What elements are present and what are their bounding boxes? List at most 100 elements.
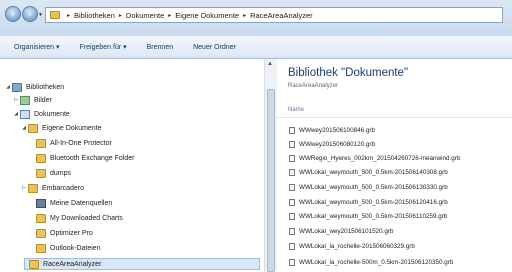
address-breadcrumb[interactable]: ▸ Bibliotheken ▸ Dokumente ▸ Eigene Doku…: [45, 7, 503, 23]
file-icon: [289, 243, 295, 250]
tree-item-dumps[interactable]: dumps: [28, 167, 71, 179]
tree-item-my-downloaded-charts[interactable]: My Downloaded Charts: [28, 212, 123, 224]
file-icon: [289, 169, 295, 176]
tree-item-label: Meine Datenquellen: [50, 199, 113, 207]
tree-item-label: All-In-One Protector: [50, 139, 112, 147]
navigation-pane: ◢ Bibliotheken ▷ Bilder ◢ Dokumente ◢ Ei…: [0, 59, 272, 272]
folder-icon: [36, 243, 46, 253]
file-row[interactable]: WWLokal_wey201506101520.grb: [289, 226, 394, 237]
file-name: WWLokal_la_rochelle-500m_0.5km-201506120…: [299, 259, 454, 266]
file-row[interactable]: WWLokal_la_rochelle-201506060329.grb: [289, 241, 415, 252]
file-icon: [289, 127, 295, 134]
chevron-right-icon[interactable]: ▸: [119, 12, 122, 19]
tree-item-label: Embarcadero: [42, 184, 85, 192]
tree-item-label: Outlook-Dateien: [50, 244, 101, 252]
tree-item-label: Bibliotheken: [26, 83, 65, 91]
file-icon: [289, 228, 295, 235]
column-divider: [277, 117, 512, 118]
folder-icon: [28, 123, 38, 133]
folder-icon: [50, 11, 60, 19]
breadcrumb-eigene-dokumente[interactable]: Eigene Dokumente: [175, 11, 239, 20]
file-name: WWRegio_Hyeres_002km_201504260726-meanwi…: [299, 155, 461, 162]
scrollbar-thumb[interactable]: [267, 89, 275, 272]
documents-library-icon: [20, 109, 30, 119]
file-icon: [289, 155, 295, 162]
tree-item-bibliotheken[interactable]: ◢ Bibliotheken: [4, 81, 64, 93]
breadcrumb-raceareaanalyzer[interactable]: RaceAreaAnalyzer: [250, 11, 313, 20]
tree-item-bilder[interactable]: ▷ Bilder: [12, 94, 52, 106]
recent-pages-dropdown-icon[interactable]: ▼: [38, 12, 43, 18]
file-row[interactable]: WWLokal_weymouth_500_0.5km-201506140308.…: [289, 167, 448, 178]
collapsed-arrow-icon[interactable]: ▷: [12, 97, 20, 103]
tree-item-all-in-one-protector[interactable]: All-In-One Protector: [28, 137, 112, 149]
expanded-arrow-icon[interactable]: ◢: [4, 84, 12, 90]
burn-button[interactable]: Brennen: [141, 44, 179, 51]
tree-item-label: Optimizer Pro: [50, 229, 93, 237]
file-icon: [289, 184, 295, 191]
tree-item-optimizer-pro[interactable]: Optimizer Pro: [28, 227, 93, 239]
file-name: WWwey201506080120.grb: [299, 141, 375, 148]
address-bar: ‹ › ▼ ▸ Bibliotheken ▸ Dokumente ▸ Eigen…: [0, 0, 512, 36]
chevron-right-icon[interactable]: ▸: [67, 12, 70, 19]
file-name: WWLokal_wey201506101520.grb: [299, 228, 394, 235]
scroll-up-arrow-icon[interactable]: ▲: [267, 61, 273, 67]
tree-item-meine-datenquellen[interactable]: Meine Datenquellen: [28, 197, 112, 209]
collapsed-arrow-icon[interactable]: ▷: [20, 185, 28, 191]
breadcrumb-dokumente[interactable]: Dokumente: [126, 11, 164, 20]
expanded-arrow-icon[interactable]: ◢: [12, 111, 20, 117]
file-name: WWLokal_weymouth_500_0.5km-201506120416.…: [299, 199, 448, 206]
content-pane: Bibliothek "Dokumente" RaceAreaAnalyzer …: [277, 59, 512, 272]
navigation-scrollbar[interactable]: ▲: [264, 59, 277, 272]
chevron-right-icon[interactable]: ▸: [168, 12, 171, 19]
tree-item-raceareaanalyzer[interactable]: RaceAreaAnalyzer: [24, 258, 260, 270]
file-row[interactable]: WWLokal_la_rochelle-500m_0.5km-201506120…: [289, 257, 453, 268]
file-row[interactable]: WWwey201506080120.grb: [289, 139, 375, 150]
file-name: WWLokal_la_rochelle-201506060329.grb: [299, 243, 415, 250]
data-sources-icon: [36, 198, 46, 208]
tree-item-label: Eigene Dokumente: [42, 124, 102, 132]
file-row[interactable]: WWRegio_Hyeres_002km_201504260726-meanwi…: [289, 153, 460, 164]
share-button[interactable]: Freigeben für ▾: [74, 43, 133, 51]
file-icon: [289, 213, 295, 220]
library-title: Bibliothek "Dokumente": [288, 67, 409, 79]
tree-item-label: Bluetooth Exchange Folder: [50, 154, 135, 162]
folder-icon: [36, 138, 46, 148]
file-icon: [289, 259, 295, 266]
expanded-arrow-icon[interactable]: ◢: [20, 125, 28, 131]
tree-item-label: RaceAreaAnalyzer: [43, 260, 102, 268]
file-name: WWLokal_weymouth_500_0.5km-201506110259.…: [299, 213, 448, 220]
file-row[interactable]: WWLokal_weymouth_500_0.5km-201506120416.…: [289, 197, 448, 208]
file-name: WWLokal_weymouth_500_0.5km-201506130330.…: [299, 184, 448, 191]
file-row[interactable]: WWLokal_weymouth_500_0.5km-201506130330.…: [289, 182, 448, 193]
file-name: WWLokal_weymouth_500_0.5km-201506140308.…: [299, 169, 448, 176]
folder-icon: [36, 153, 46, 163]
folder-icon: [36, 228, 46, 238]
command-bar: Organisieren ▾ Freigeben für ▾ Brennen N…: [0, 36, 512, 59]
column-header-name[interactable]: Name: [288, 107, 304, 113]
tree-item-label: dumps: [50, 169, 72, 177]
tree-item-embarcadero[interactable]: ▷ Embarcadero: [20, 182, 84, 194]
folder-icon: [29, 259, 39, 269]
library-subtitle: RaceAreaAnalyzer: [288, 83, 339, 89]
tree-item-outlook-dateien[interactable]: Outlook-Dateien: [28, 242, 101, 254]
tree-item-label: Dokumente: [34, 110, 70, 118]
breadcrumb-bibliotheken[interactable]: Bibliotheken: [74, 11, 115, 20]
file-name: WWwey201506100846.grb: [299, 127, 375, 134]
tree-item-label: Bilder: [34, 96, 52, 104]
folder-icon: [36, 213, 46, 223]
tree-item-eigene-dokumente[interactable]: ◢ Eigene Dokumente: [20, 122, 102, 134]
forward-button[interactable]: ›: [22, 6, 38, 22]
pictures-library-icon: [20, 95, 30, 105]
folder-icon: [36, 168, 46, 178]
folder-icon: [28, 183, 38, 193]
file-row[interactable]: WWwey201506100846.grb: [289, 125, 375, 136]
new-folder-button[interactable]: Neuer Ordner: [187, 44, 242, 51]
tree-item-bluetooth-exchange-folder[interactable]: Bluetooth Exchange Folder: [28, 152, 134, 164]
chevron-right-icon[interactable]: ▸: [243, 12, 246, 19]
tree-item-dokumente[interactable]: ◢ Dokumente: [12, 108, 70, 120]
file-row[interactable]: WWLokal_weymouth_500_0.5km-201506110259.…: [289, 211, 447, 222]
back-button[interactable]: ‹: [5, 6, 21, 22]
tree-item-label: My Downloaded Charts: [50, 214, 123, 222]
libraries-icon: [12, 82, 22, 92]
organize-button[interactable]: Organisieren ▾: [8, 43, 66, 51]
